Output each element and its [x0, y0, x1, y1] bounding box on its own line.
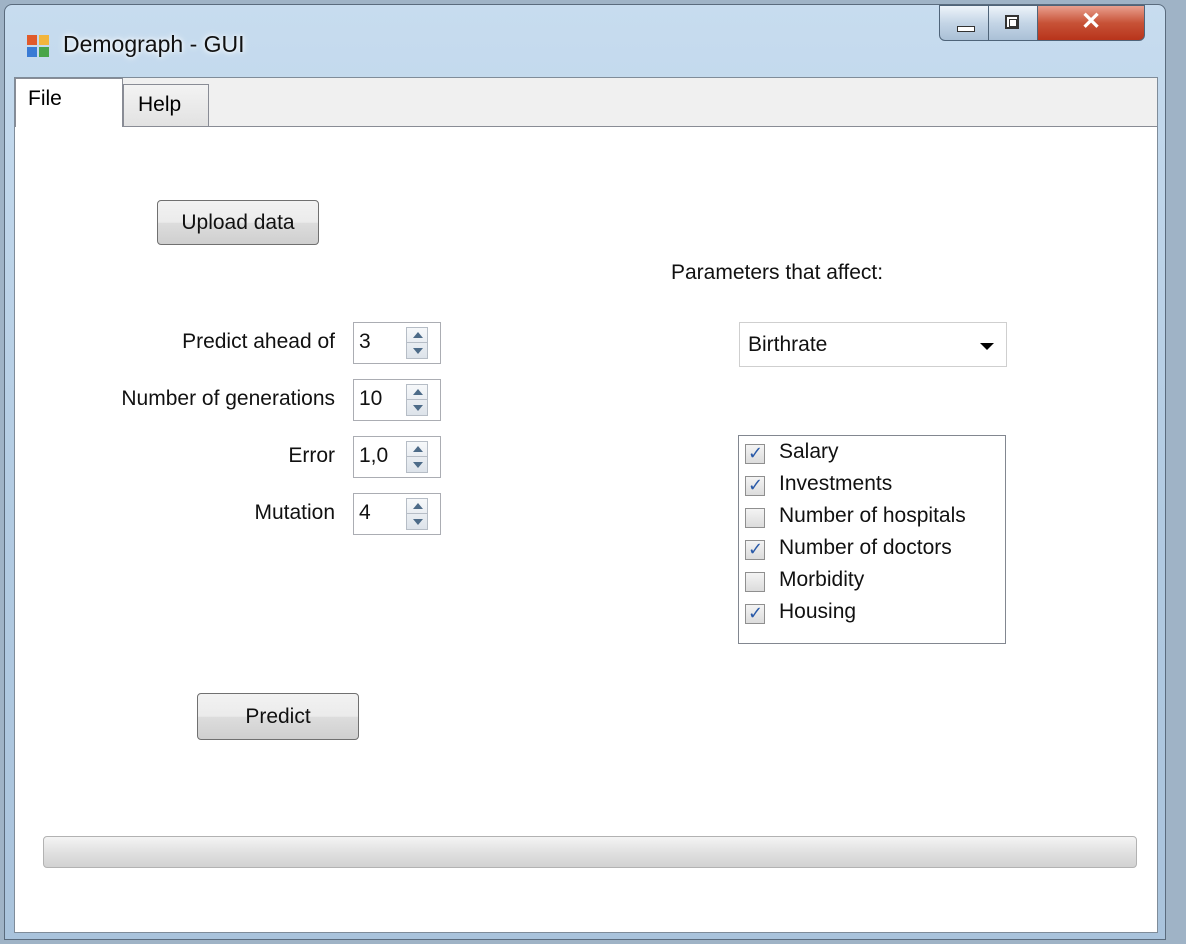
upload-data-button[interactable]: Upload data [157, 200, 319, 245]
parameter-select[interactable]: Birthrate [739, 322, 1007, 367]
checklist-item-label: Salary [779, 440, 839, 463]
predict-ahead-value: 3 [359, 330, 371, 353]
tab-help[interactable]: Help [123, 84, 209, 126]
mutation-value: 4 [359, 501, 371, 524]
window-title: Demograph - GUI [63, 31, 245, 57]
close-button[interactable]: ✕ [1037, 5, 1145, 41]
generations-label: Number of generations [121, 387, 335, 410]
error-stepper[interactable]: 1,0 [353, 436, 441, 478]
checklist-item-label: Housing [779, 600, 857, 623]
checkbox[interactable] [745, 508, 765, 528]
predict-ahead-stepper[interactable]: 3 [353, 322, 441, 364]
error-label: Error [288, 444, 335, 467]
maximize-button[interactable] [988, 5, 1038, 41]
minimize-icon [957, 26, 975, 32]
stepper-arrows-icon[interactable] [406, 441, 428, 473]
generations-stepper[interactable]: 10 [353, 379, 441, 421]
predict-ahead-label: Predict ahead of [182, 330, 335, 353]
app-window: Demograph - GUI ✕ File Help Upload data … [4, 4, 1166, 940]
progress-bar [43, 836, 1137, 868]
mutation-label: Mutation [254, 501, 335, 524]
parameter-select-value: Birthrate [748, 333, 828, 356]
client-area: File Help Upload data Predict ahead of 3… [14, 77, 1158, 933]
checklist-item-label: Number of doctors [779, 536, 952, 559]
mutation-stepper[interactable]: 4 [353, 493, 441, 535]
checkbox[interactable] [745, 572, 765, 592]
parameters-heading: Parameters that affect: [671, 261, 884, 284]
window-app-icon [27, 35, 51, 59]
stepper-arrows-icon[interactable] [406, 384, 428, 416]
checkbox[interactable] [745, 475, 765, 496]
predict-button[interactable]: Predict [197, 693, 359, 740]
maximize-icon [1005, 15, 1019, 29]
tab-file[interactable]: File [15, 78, 123, 127]
checklist-item-label: Investments [779, 472, 893, 495]
stepper-arrows-icon[interactable] [406, 498, 428, 530]
error-value: 1,0 [359, 444, 389, 467]
checkbox[interactable] [745, 539, 765, 560]
stepper-arrows-icon[interactable] [406, 327, 428, 359]
checkbox[interactable] [745, 443, 765, 464]
checklist-item-label: Number of hospitals [779, 504, 966, 527]
close-icon: ✕ [1080, 8, 1102, 35]
parameters-checklist: Salary Investments Number of hospitals N… [738, 435, 1006, 644]
title-bar[interactable]: Demograph - GUI ✕ [5, 5, 1165, 77]
generations-value: 10 [359, 387, 383, 410]
checkbox[interactable] [745, 603, 765, 624]
tab-strip: File Help [15, 78, 1157, 127]
checklist-item-label: Morbidity [779, 568, 865, 591]
chevron-down-icon[interactable] [980, 343, 994, 350]
minimize-button[interactable] [939, 5, 989, 41]
